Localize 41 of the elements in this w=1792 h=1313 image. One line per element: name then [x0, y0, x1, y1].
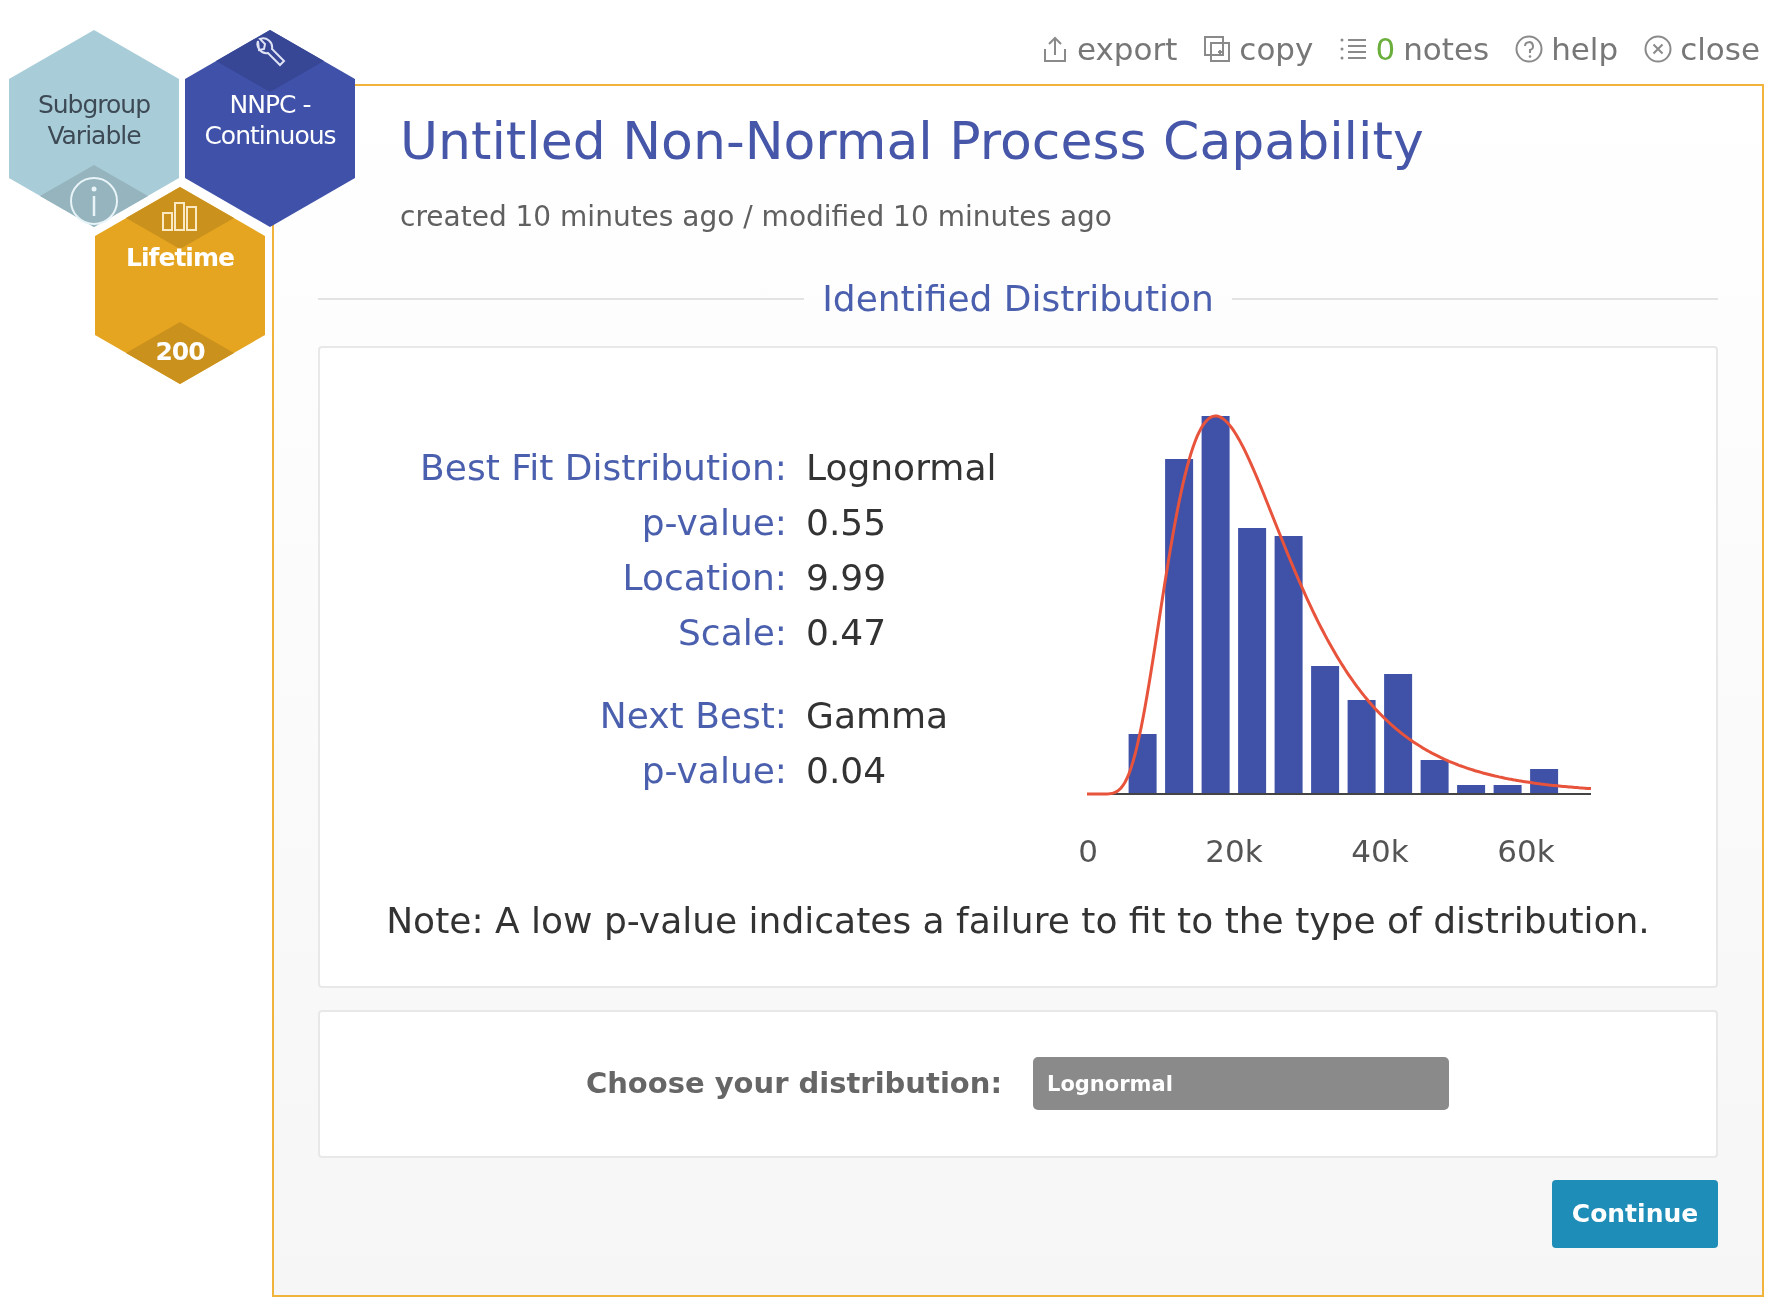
field-value: 0.04 [806, 749, 887, 794]
histogram-bar [1128, 733, 1157, 794]
field-label: Location: [621, 556, 787, 601]
bar-chart-icon [160, 200, 200, 232]
page-title: Untitled Non-Normal Process Capability [400, 110, 1425, 173]
toolbar-link[interactable]: copy [1203, 25, 1314, 72]
count-label: 200 [154, 336, 206, 367]
axis-tick-label: 0 [1078, 832, 1098, 868]
histogram-bar [1457, 784, 1486, 794]
axis-tick-label: 40k [1351, 832, 1409, 868]
field-value: Lognormal [806, 446, 997, 491]
toolbar-link[interactable]: 0 notes [1339, 25, 1490, 72]
field-value: 0.55 [806, 501, 887, 546]
field-label: p-value: [640, 749, 787, 794]
field-value: 0.47 [806, 611, 887, 656]
tile-label: Subgroup Variable [36, 89, 152, 151]
tile-label: Lifetime [125, 242, 235, 273]
section-title: Identified Distribution [822, 276, 1214, 321]
toolbar-link[interactable]: help [1515, 25, 1619, 72]
histogram-bar [1493, 784, 1522, 794]
close-icon [1644, 34, 1673, 63]
note-text: Note: A low p-value indicates a failure to fit to the type of distribution. [385, 898, 1651, 943]
distribution-dropdown[interactable]: Lognormal [1033, 1057, 1449, 1111]
histogram-bar [1420, 759, 1449, 794]
info-icon [68, 175, 120, 227]
field-label: Best Fit Distribution: [419, 446, 787, 491]
axis-tick-label: 20k [1205, 832, 1263, 868]
toolbar-link[interactable]: export [1040, 25, 1178, 72]
field-label: Next Best: [598, 694, 787, 739]
field-label: p-value: [640, 501, 787, 546]
continue-button[interactable]: Continue [1552, 1179, 1718, 1248]
field-value: 9.99 [806, 556, 887, 601]
field-label: Scale: [677, 611, 787, 656]
help-icon [1515, 34, 1544, 63]
tile-label: NNPC - Continuous [203, 89, 337, 151]
close-link[interactable]: close [1644, 25, 1760, 72]
axis-tick-label: 60k [1497, 832, 1555, 868]
chooser-label: Choose your distribution: [584, 1064, 1002, 1102]
field-value: Gamma [806, 694, 949, 739]
copy-icon [1203, 34, 1232, 63]
timestamp-text: created 10 minutes ago / modified 10 minutes ago [400, 198, 1113, 235]
